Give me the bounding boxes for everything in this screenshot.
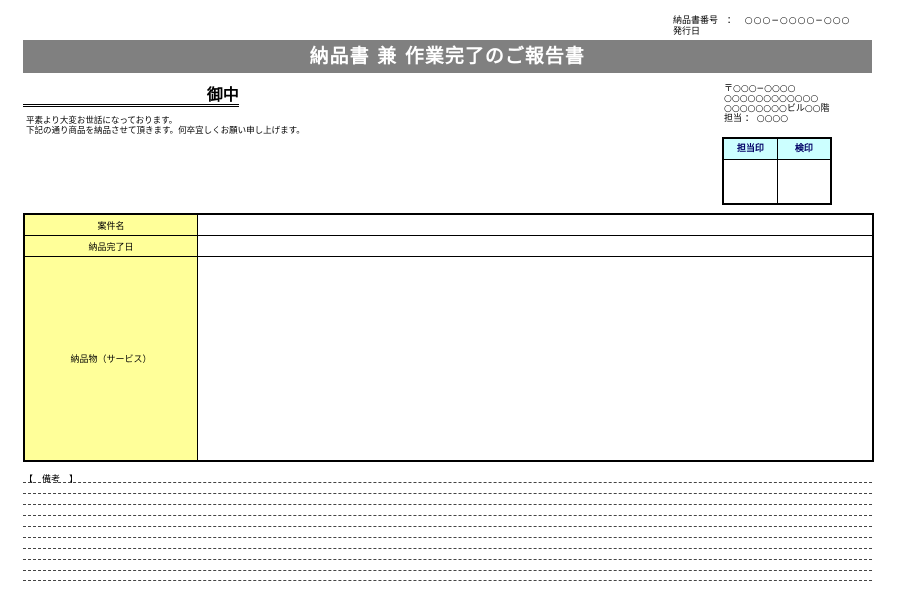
project-name-field[interactable] [198,215,872,235]
sender-address-1: ○○○○○○○○○○○○ [724,94,819,104]
completion-date-label: 納品完了日 [25,236,198,256]
remarks-line[interactable] [23,526,872,527]
stamp-person-cell[interactable] [724,160,777,203]
stamp-box: 担当印 検印 [722,137,832,205]
sender-person: 担当 ： ○○○○ [724,114,789,124]
stamp-inspection-cell[interactable] [778,160,830,203]
deliverable-field[interactable] [198,257,872,460]
issue-date-label: 発行日 [673,27,701,37]
invoice-number-row: 納品書番号 ： ○○○−○○○○−○○○ [673,16,850,27]
recipient-suffix: 御中 [206,85,239,104]
sender-block: 〒○○○−○○○○ ○○○○○○○○○○○○ ○○○○○○○○ビル○○階 担当 … [724,84,830,124]
stamp-person-header: 担当印 [724,139,777,160]
page-title: 納品書 兼 作業完了のご報告書 [23,40,872,73]
invoice-number-label: 納品書番号 [673,16,719,26]
delivery-table: 案件名 納品完了日 納品物（サービス） [23,213,874,462]
sender-postal: 〒○○○−○○○○ [724,84,796,94]
remarks-line[interactable] [23,493,872,494]
stamp-inspection-header: 検印 [778,139,830,160]
remarks-line[interactable] [23,504,872,505]
document-meta: 納品書番号 ： ○○○−○○○○−○○○ 発行日 [673,16,850,38]
remarks-line[interactable] [23,570,872,571]
remarks-label: 【 備考 】 [24,475,79,485]
deliverable-label: 納品物（サービス） [25,257,198,460]
greeting-text: 平素より大変お世話になっております。 下記の通り商品を納品させて頂きます。何卒宜… [26,116,305,136]
remarks-line[interactable] [23,537,872,538]
completion-date-field[interactable] [198,236,872,256]
issue-date-row: 発行日 [673,27,850,38]
greeting-line-1: 平素より大変お世話になっております。 [26,116,178,126]
project-name-label: 案件名 [25,215,198,235]
invoice-number-sep: ： [726,16,736,26]
remarks-line[interactable] [23,580,872,581]
invoice-number-value: ○○○−○○○○−○○○ [744,16,851,26]
recipient-field[interactable]: 御中 [23,85,239,107]
remarks-line[interactable] [23,559,872,560]
greeting-line-2: 下記の通り商品を納品させて頂きます。何卒宜しくお願い申し上げます。 [26,126,305,136]
remarks-line[interactable] [23,482,872,483]
remarks-line[interactable] [23,548,872,549]
remarks-line[interactable] [23,515,872,516]
sender-address-2: ○○○○○○○○ビル○○階 [724,104,830,114]
